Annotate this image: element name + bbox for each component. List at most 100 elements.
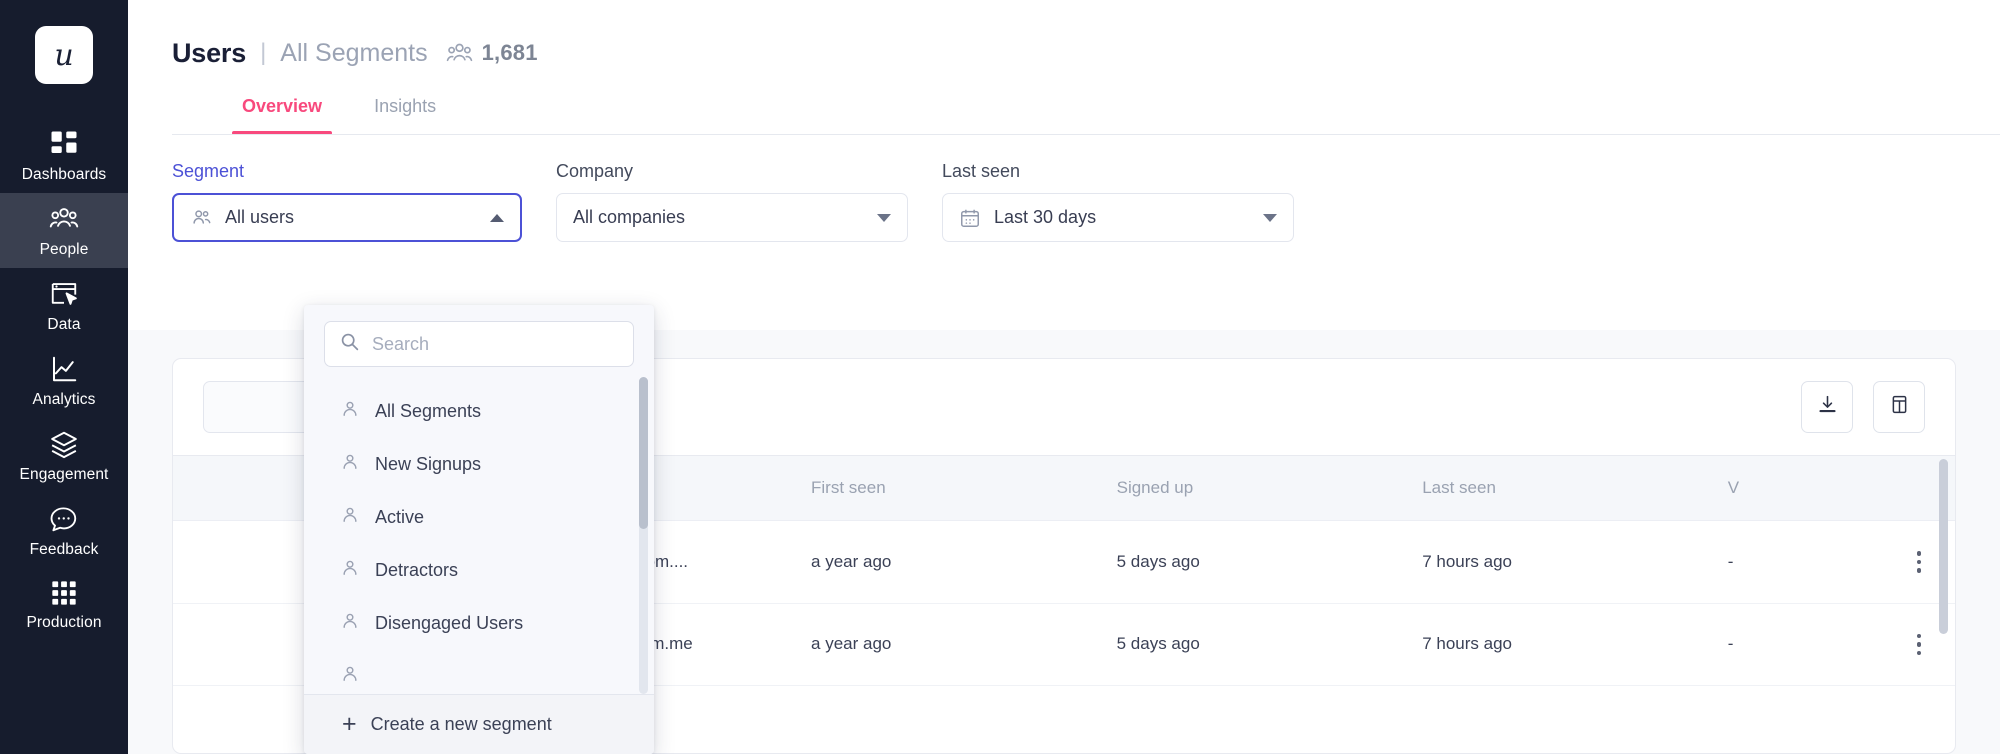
row-first-seen-cell: a year ago bbox=[811, 520, 1117, 604]
segment-select[interactable]: All users bbox=[172, 193, 522, 242]
dashboard-grid-icon bbox=[49, 129, 79, 159]
app-logo[interactable]: u bbox=[35, 26, 93, 84]
search-icon bbox=[339, 331, 360, 357]
columns-button[interactable] bbox=[1873, 381, 1925, 433]
segment-option-disengaged-users[interactable]: Disengaged Users bbox=[304, 597, 654, 650]
segment-option-list: All Segments New Signups Active Detracto… bbox=[304, 377, 654, 694]
row-signed-up-cell: 5 days ago bbox=[1116, 603, 1423, 686]
segment-dropdown-scrollbar[interactable] bbox=[639, 377, 648, 694]
segment-option-label: Disengaged Users bbox=[375, 613, 524, 633]
row-select-cell[interactable] bbox=[173, 603, 237, 686]
row-signed-up-cell: 5 days ago bbox=[1116, 520, 1423, 604]
segment-option-partial[interactable] bbox=[304, 650, 654, 694]
chevron-down-icon[interactable] bbox=[877, 213, 891, 222]
page-title-text: Users bbox=[172, 37, 247, 68]
user-icon bbox=[340, 558, 360, 583]
th-select bbox=[173, 455, 237, 521]
main-region: Add Filters bbox=[128, 0, 2000, 754]
segment-option-label: New Signups bbox=[375, 454, 482, 474]
th-visits[interactable]: V bbox=[1727, 455, 1883, 521]
user-icon bbox=[340, 664, 360, 689]
segment-value: All users bbox=[225, 207, 295, 227]
segment-search-box[interactable] bbox=[324, 321, 634, 367]
line-chart-icon bbox=[49, 354, 79, 384]
header-block: Users | All Segments 1,681 Overview Insi… bbox=[128, 0, 2000, 270]
sidebar-item-people[interactable]: People bbox=[0, 193, 128, 268]
filter-last-seen: Last seen Last 30 days bbox=[942, 161, 1294, 242]
download-button[interactable] bbox=[1801, 381, 1853, 433]
chevron-up-icon[interactable] bbox=[490, 213, 504, 222]
sidebar-item-label: People bbox=[39, 241, 89, 258]
row-visits-cell: - bbox=[1727, 603, 1883, 686]
tab-overview[interactable]: Overview bbox=[216, 96, 348, 135]
table-columns-icon bbox=[1889, 394, 1910, 420]
row-first-seen-cell: a year ago bbox=[811, 603, 1117, 686]
th-signed-up[interactable]: Signed up bbox=[1116, 455, 1423, 521]
row-visits-cell: - bbox=[1727, 520, 1883, 604]
th-first-seen[interactable]: First seen bbox=[811, 455, 1117, 521]
segment-option-all-segments[interactable]: All Segments bbox=[304, 385, 654, 438]
page-title: Users | All Segments 1,681 bbox=[172, 36, 2000, 70]
segment-option-active[interactable]: Active bbox=[304, 491, 654, 544]
speech-bubble-icon bbox=[49, 504, 79, 534]
sidebar-item-feedback[interactable]: Feedback bbox=[0, 493, 128, 568]
segment-dropdown-scrollbar-thumb[interactable] bbox=[639, 377, 648, 529]
left-sidebar: u Dashboards People Data Analytics Engag… bbox=[0, 0, 128, 754]
sidebar-item-label: Data bbox=[47, 316, 81, 333]
page-subtitle: All Segments bbox=[280, 38, 428, 67]
segment-option-label: All Segments bbox=[375, 401, 482, 421]
row-last-seen-cell: 7 hours ago bbox=[1422, 520, 1728, 604]
sidebar-item-label: Analytics bbox=[32, 391, 96, 408]
row-select-cell[interactable] bbox=[173, 520, 237, 604]
tab-insights[interactable]: Insights bbox=[348, 96, 462, 135]
sidebar-item-analytics[interactable]: Analytics bbox=[0, 343, 128, 418]
chevron-down-icon[interactable] bbox=[1263, 213, 1277, 222]
people-group-icon bbox=[49, 204, 79, 234]
user-icon bbox=[340, 452, 360, 477]
user-count: 1,681 bbox=[481, 40, 538, 65]
segment-dropdown-panel: All Segments New Signups bbox=[304, 305, 654, 754]
segment-option-label: Detractors bbox=[375, 560, 459, 580]
tab-label: Overview bbox=[242, 96, 323, 116]
user-icon bbox=[340, 505, 360, 530]
last-seen-select[interactable]: Last 30 days bbox=[942, 193, 1294, 242]
grid-dots-icon bbox=[50, 579, 78, 607]
data-cursor-window-icon bbox=[49, 279, 79, 309]
filter-bar: Segment All users Company All companies … bbox=[128, 135, 2000, 270]
sidebar-item-label: Feedback bbox=[29, 541, 99, 558]
sidebar-item-dashboards[interactable]: Dashboards bbox=[0, 118, 128, 193]
sidebar-item-label: Dashboards bbox=[21, 166, 107, 183]
sidebar-item-engagement[interactable]: Engagement bbox=[0, 418, 128, 493]
calendar-icon bbox=[959, 207, 981, 229]
tab-label: Insights bbox=[374, 96, 437, 116]
logo-glyph: u bbox=[54, 37, 74, 73]
plus-icon: + bbox=[342, 710, 357, 738]
segment-option-detractors[interactable]: Detractors bbox=[304, 544, 654, 597]
company-select[interactable]: All companies bbox=[556, 193, 908, 242]
segment-option-new-signups[interactable]: New Signups bbox=[304, 438, 654, 491]
sidebar-item-label: Production bbox=[26, 614, 102, 631]
create-new-segment-button[interactable]: + Create a new segment bbox=[304, 694, 654, 754]
sidebar-item-data[interactable]: Data bbox=[0, 268, 128, 343]
row-last-seen-cell: 7 hours ago bbox=[1422, 603, 1728, 686]
user-icon bbox=[340, 611, 360, 636]
last-seen-label: Last seen bbox=[942, 161, 1021, 181]
segment-label: Segment bbox=[172, 161, 245, 181]
table-scrollbar-thumb[interactable] bbox=[1939, 459, 1948, 634]
filter-company: Company All companies bbox=[556, 161, 908, 242]
sidebar-nav: Dashboards People Data Analytics Engagem… bbox=[0, 118, 128, 641]
filter-segment: Segment All users bbox=[172, 161, 522, 242]
user-icon bbox=[340, 399, 360, 424]
people-group-icon bbox=[446, 40, 473, 67]
company-label: Company bbox=[556, 161, 634, 181]
page-header: Users | All Segments 1,681 Overview Insi… bbox=[128, 0, 2000, 135]
th-last-seen[interactable]: Last seen bbox=[1422, 455, 1728, 521]
app-root: u Dashboards People Data Analytics Engag… bbox=[0, 0, 2000, 754]
table-scrollbar[interactable] bbox=[1939, 459, 1948, 741]
title-divider: | bbox=[260, 39, 267, 66]
page-tabs: Overview Insights bbox=[172, 96, 2000, 135]
segment-search-input[interactable] bbox=[372, 333, 619, 355]
sidebar-item-label: Engagement bbox=[19, 466, 109, 483]
last-seen-value: Last 30 days bbox=[994, 207, 1097, 227]
sidebar-item-production[interactable]: Production bbox=[0, 568, 128, 641]
